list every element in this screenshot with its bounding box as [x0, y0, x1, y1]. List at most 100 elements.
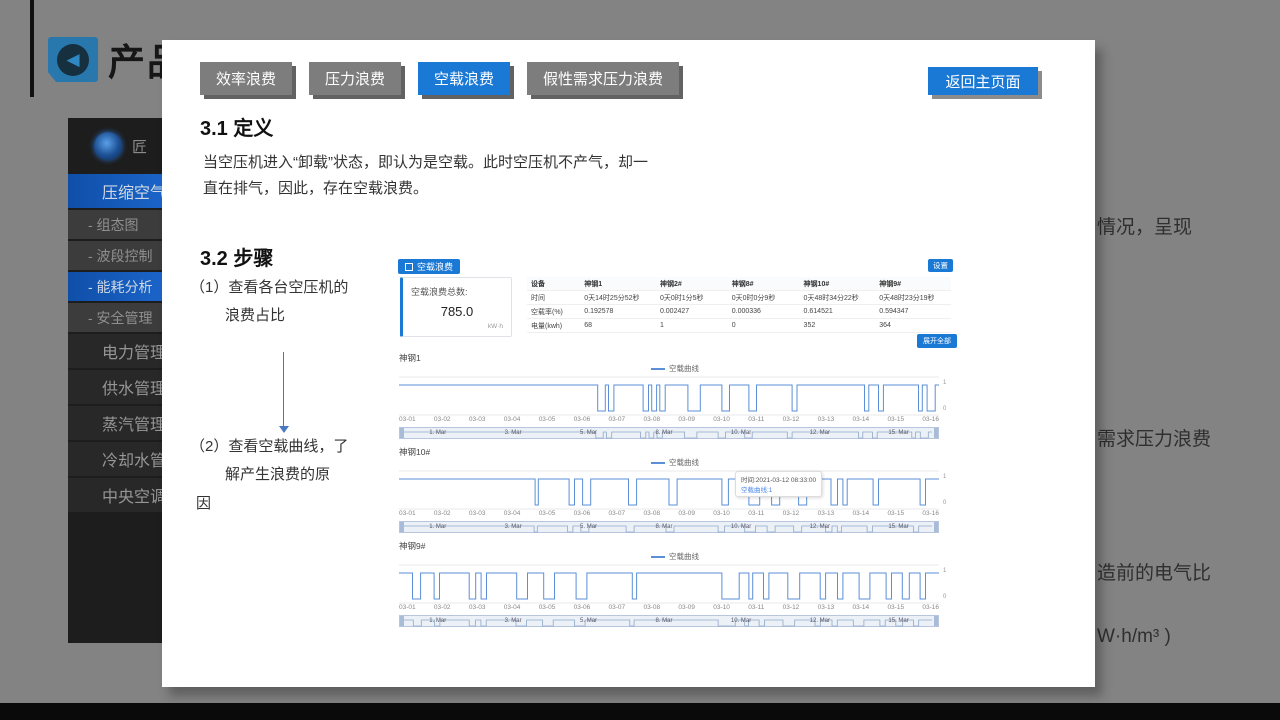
x-tick-label: 03-12: [783, 604, 800, 611]
sidebar-item[interactable]: - 波段控制: [68, 241, 162, 270]
brush-handle-right[interactable]: [934, 522, 938, 532]
x-tick-label: 03-16: [922, 604, 939, 611]
value-cell: 0.192578: [580, 305, 656, 319]
settings-button[interactable]: 设置: [928, 259, 953, 272]
y-tick-low: 0: [943, 406, 946, 412]
table-row: 空载率(%)0.1925780.0024270.0003360.6145210.…: [527, 305, 951, 319]
app-logo-icon: [94, 132, 122, 160]
step1-line1: （1）查看各台空压机的: [190, 276, 348, 297]
datazoom-brush[interactable]: 1. Mar3. Mar5. Mar8. Mar10. Mar12. Mar15…: [399, 615, 939, 627]
idle-curve-plot[interactable]: [399, 376, 939, 416]
tab-效率浪费[interactable]: 效率浪费: [200, 62, 292, 95]
x-tick-label: 03-04: [504, 416, 521, 423]
idle-curve-plot[interactable]: [399, 564, 939, 604]
x-tick-label: 03-05: [539, 510, 556, 517]
x-axis-labels: 03-0103-0203-0303-0403-0503-0603-0703-08…: [399, 510, 939, 517]
y-tick-low: 0: [943, 594, 946, 600]
y-tick-high: 1: [943, 568, 946, 574]
card-title: 空载浪费总数:: [411, 285, 468, 298]
back-icon[interactable]: ◀: [48, 37, 98, 82]
x-tick-label: 03-06: [574, 510, 591, 517]
brush-date: 8. Mar: [655, 430, 672, 436]
sidebar-item[interactable]: 蒸汽管理: [68, 406, 162, 440]
x-tick-label: 03-07: [609, 510, 626, 517]
x-tick-label: 03-15: [887, 604, 904, 611]
legend-line-icon: [651, 556, 665, 558]
sidebar-item[interactable]: 压缩空气: [68, 174, 162, 208]
page-background: ◀ 产品 匠 压缩空气- 组态图- 波段控制- 能耗分析- 安全管理电力管理供水…: [0, 0, 1280, 720]
background-fragment: W·h/m³ ): [1097, 626, 1171, 648]
table-header-cell: 神钢1: [580, 277, 656, 291]
dashboard-screenshot: 空载浪费 设置 空载浪费总数: 785.0 kW·h 设备神钢1神钢2#神钢8#…: [395, 255, 958, 632]
brush-handle-right[interactable]: [934, 428, 938, 438]
x-tick-label: 03-09: [678, 416, 695, 423]
x-tick-label: 03-16: [922, 416, 939, 423]
table-header-row: 设备神钢1神钢2#神钢8#神钢10#神钢9#: [527, 277, 951, 291]
brush-date: 12. Mar: [810, 524, 830, 530]
sidebar-item[interactable]: - 组态图: [68, 210, 162, 239]
sidebar-item[interactable]: - 能耗分析: [68, 272, 162, 301]
tooltip-value: 空载曲线:1: [741, 484, 816, 494]
x-tick-label: 03-02: [434, 416, 451, 423]
chart-legend[interactable]: 空载曲线: [395, 363, 955, 374]
datazoom-brush[interactable]: 1. Mar3. Mar5. Mar8. Mar10. Mar12. Mar15…: [399, 521, 939, 533]
sidebar-item[interactable]: 中央空调管理: [68, 478, 162, 512]
table-header-cell: 神钢9#: [875, 277, 951, 291]
sidebar-item[interactable]: 电力管理: [68, 334, 162, 368]
chart-legend[interactable]: 空载曲线: [395, 551, 955, 562]
sidebar: 匠 压缩空气- 组态图- 波段控制- 能耗分析- 安全管理电力管理供水管理蒸汽管…: [68, 118, 162, 643]
idle-curve-plot[interactable]: [399, 470, 939, 510]
value-cell: 0天0时1分5秒: [656, 291, 728, 305]
brush-date-labels: 1. Mar3. Mar5. Mar8. Mar10. Mar12. Mar15…: [400, 428, 938, 438]
row-label-cell: 时间: [527, 291, 580, 305]
x-axis-labels: 03-0103-0203-0303-0403-0503-0603-0703-08…: [399, 416, 939, 423]
legend-line-icon: [651, 462, 665, 464]
tab-压力浪费[interactable]: 压力浪费: [309, 62, 401, 95]
sidebar-item[interactable]: 冷却水管理: [68, 442, 162, 476]
step2-line2: 解产生浪费的原: [225, 463, 330, 484]
left-edge-artifact: [30, 0, 34, 97]
x-tick-label: 03-08: [643, 416, 660, 423]
brush-date: 5. Mar: [580, 430, 597, 436]
brush-date: 8. Mar: [655, 524, 672, 530]
chart-tooltip: 时间:2021-03-12 08:33:00空载曲线:1: [735, 471, 822, 497]
sidebar-items: 压缩空气- 组态图- 波段控制- 能耗分析- 安全管理电力管理供水管理蒸汽管理冷…: [68, 174, 162, 512]
table-header: 设备神钢1神钢2#神钢8#神钢10#神钢9#: [527, 277, 951, 291]
value-cell: 0.000336: [728, 305, 800, 319]
x-tick-label: 03-12: [783, 416, 800, 423]
x-axis-labels: 03-0103-0203-0303-0403-0503-0603-0703-08…: [399, 604, 939, 611]
brush-date: 12. Mar: [810, 618, 830, 624]
x-tick-label: 03-04: [504, 604, 521, 611]
brush-date: 1. Mar: [429, 430, 446, 436]
sidebar-item[interactable]: 供水管理: [68, 370, 162, 404]
brush-handle-left[interactable]: [400, 522, 404, 532]
x-tick-label: 03-02: [434, 604, 451, 611]
y-tick-high: 1: [943, 380, 946, 386]
value-cell: 0.002427: [656, 305, 728, 319]
brush-handle-left[interactable]: [400, 616, 404, 626]
tab-假性需求压力浪费[interactable]: 假性需求压力浪费: [527, 62, 679, 95]
expand-all-button[interactable]: 展开全部: [917, 334, 957, 348]
background-fragment: 情况，呈现: [1097, 212, 1192, 239]
table-body: 时间0天14时25分52秒0天0时1分5秒0天0时0分9秒0天48时34分22秒…: [527, 291, 951, 333]
x-tick-label: 03-04: [504, 510, 521, 517]
x-tick-label: 03-02: [434, 510, 451, 517]
chart-神钢1: 神钢1空载曲线1003-0103-0203-0303-0403-0503-060…: [395, 350, 955, 444]
chart-神钢10#: 神钢10#空载曲线1003-0103-0203-0303-0403-0503-0…: [395, 444, 955, 538]
dashboard-title-badge: 空载浪费: [398, 259, 460, 274]
tab-空载浪费[interactable]: 空载浪费: [418, 62, 510, 95]
value-cell: 0天48时23分19秒: [875, 291, 951, 305]
return-home-button[interactable]: 返回主页面: [928, 67, 1038, 95]
brush-date: 15. Mar: [888, 524, 908, 530]
brush-date-labels: 1. Mar3. Mar5. Mar8. Mar10. Mar12. Mar15…: [400, 522, 938, 532]
app-logo-label: 匠: [132, 136, 147, 157]
sidebar-item[interactable]: - 安全管理: [68, 303, 162, 332]
sidebar-logo-row: 匠: [68, 118, 162, 174]
brush-handle-left[interactable]: [400, 428, 404, 438]
x-tick-label: 03-15: [887, 510, 904, 517]
datazoom-brush[interactable]: 1. Mar3. Mar5. Mar8. Mar10. Mar12. Mar15…: [399, 427, 939, 439]
x-tick-label: 03-08: [643, 510, 660, 517]
back-arrow-icon: ◀: [57, 44, 89, 76]
brush-handle-right[interactable]: [934, 616, 938, 626]
chart-legend[interactable]: 空载曲线: [395, 457, 955, 468]
